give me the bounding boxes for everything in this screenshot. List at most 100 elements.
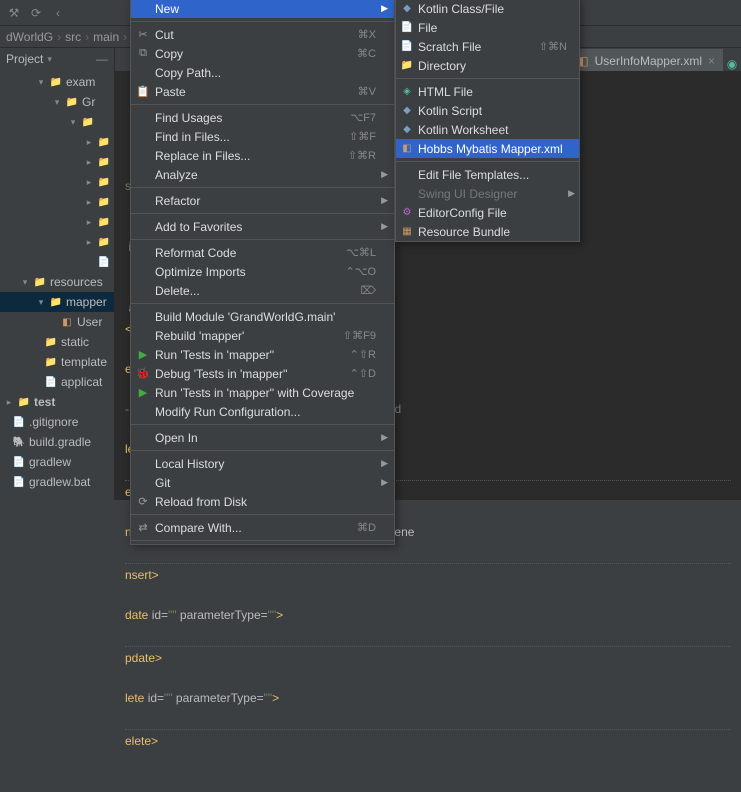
menu-modify-run-config[interactable]: Modify Run Configuration... xyxy=(131,402,394,421)
submenu-swing[interactable]: Swing UI Designer▶ xyxy=(396,184,579,203)
run-icon: ▶ xyxy=(135,348,151,361)
circle-icon[interactable]: ◉ xyxy=(723,57,741,71)
menu-run-tests[interactable]: ▶Run 'Tests in 'mapper''⌃⇧R xyxy=(131,345,394,364)
menu-replace-in-files[interactable]: Replace in Files...⇧⌘R xyxy=(131,146,394,165)
menu-debug-tests[interactable]: 🐞Debug 'Tests in 'mapper''⌃⇧D xyxy=(131,364,394,383)
chevron-right-icon: ▶ xyxy=(381,432,388,443)
tree-folder-templates[interactable]: 📁template xyxy=(0,352,114,372)
close-icon[interactable]: × xyxy=(708,54,715,68)
chevron-left-icon[interactable]: ‹ xyxy=(50,5,66,21)
folder-icon: 📁 xyxy=(399,60,415,71)
chevron-down-icon[interactable]: ▾ xyxy=(47,54,52,65)
collapse-icon[interactable]: — xyxy=(96,52,108,66)
copy-icon: ⧉ xyxy=(135,47,151,60)
refresh-icon[interactable]: ⟳ xyxy=(28,5,44,21)
menu-delete[interactable]: Delete...⌦ xyxy=(131,281,394,300)
chevron-right-icon: ▶ xyxy=(381,458,388,469)
debug-icon: 🐞 xyxy=(135,367,151,380)
menu-run-coverage[interactable]: ▶Run 'Tests in 'mapper'' with Coverage xyxy=(131,383,394,402)
xml-icon: ◧ xyxy=(399,143,415,154)
panel-title: Project xyxy=(6,52,43,66)
tree-folder[interactable]: ▸📁 xyxy=(0,132,114,152)
diff-icon: ⇄ xyxy=(135,521,151,534)
menu-build-module[interactable]: Build Module 'GrandWorldG.main' xyxy=(131,307,394,326)
menu-analyze[interactable]: Analyze▶ xyxy=(131,165,394,184)
submenu-directory[interactable]: 📁Directory xyxy=(396,56,579,75)
tree-folder-static[interactable]: 📁static xyxy=(0,332,114,352)
submenu-html[interactable]: ◈HTML File xyxy=(396,82,579,101)
menu-copy[interactable]: ⧉Copy⌘C xyxy=(131,44,394,63)
submenu-new: ◆Kotlin Class/File 📄File 📄Scratch File⇧⌘… xyxy=(395,0,580,242)
kotlin-icon: ◆ xyxy=(399,124,415,135)
tree-file-gitignore[interactable]: 📄.gitignore xyxy=(0,412,114,432)
tab-label: UserInfoMapper.xml xyxy=(595,54,702,68)
submenu-kotlin-worksheet[interactable]: ◆Kotlin Worksheet xyxy=(396,120,579,139)
gear-icon: ⚙ xyxy=(399,207,415,218)
tree-folder[interactable]: ▾📁exam xyxy=(0,72,114,92)
submenu-resource-bundle[interactable]: ▦Resource Bundle xyxy=(396,222,579,241)
tree-folder[interactable]: ▾📁 xyxy=(0,112,114,132)
tree-file-gradlewbat[interactable]: 📄gradlew.bat xyxy=(0,472,114,492)
menu-cut[interactable]: ✂Cut⌘X xyxy=(131,25,394,44)
chevron-right-icon: › xyxy=(123,30,127,44)
submenu-editorconfig[interactable]: ⚙EditorConfig File xyxy=(396,203,579,222)
menu-find-usages[interactable]: Find Usages⌥F7 xyxy=(131,108,394,127)
coverage-icon: ▶ xyxy=(135,386,151,399)
tree-item[interactable]: 📄 xyxy=(0,252,114,272)
tree-file-buildgradle[interactable]: 🐘build.gradle xyxy=(0,432,114,452)
chevron-right-icon: › xyxy=(57,30,61,44)
menu-find-in-files[interactable]: Find in Files...⇧⌘F xyxy=(131,127,394,146)
clipboard-icon: 📋 xyxy=(135,85,151,98)
tree-folder[interactable]: ▾📁Gr xyxy=(0,92,114,112)
html-icon: ◈ xyxy=(399,86,415,97)
menu-refactor[interactable]: Refactor▶ xyxy=(131,191,394,210)
scissors-icon: ✂ xyxy=(135,28,151,41)
context-menu: New▶ ✂Cut⌘X ⧉Copy⌘C Copy Path... 📋Paste⌘… xyxy=(130,0,395,545)
tree-folder[interactable]: ▸📁 xyxy=(0,212,114,232)
submenu-file[interactable]: 📄File xyxy=(396,18,579,37)
kotlin-icon: ◆ xyxy=(399,3,415,14)
tree-folder[interactable]: ▸📁 xyxy=(0,192,114,212)
scratch-icon: 📄 xyxy=(399,41,415,52)
kotlin-icon: ◆ xyxy=(399,105,415,116)
tree-folder[interactable]: ▸📁 xyxy=(0,172,114,192)
tree-folder[interactable]: ▸📁 xyxy=(0,152,114,172)
menu-reformat[interactable]: Reformat Code⌥⌘L xyxy=(131,243,394,262)
hammer-icon[interactable]: ⚒ xyxy=(6,5,22,21)
project-tree[interactable]: ▾📁exam ▾📁Gr ▾📁 ▸📁 ▸📁 ▸📁 ▸📁 ▸📁 ▸📁 📄 ▾📁res… xyxy=(0,70,114,494)
tree-folder[interactable]: ▸📁 xyxy=(0,232,114,252)
tree-file-gradlew[interactable]: 📄gradlew xyxy=(0,452,114,472)
submenu-kotlin-script[interactable]: ◆Kotlin Script xyxy=(396,101,579,120)
menu-reload-disk[interactable]: ⟳Reload from Disk xyxy=(131,492,394,511)
tree-folder-test[interactable]: ▸📁test xyxy=(0,392,114,412)
menu-copy-path[interactable]: Copy Path... xyxy=(131,63,394,82)
menu-optimize-imports[interactable]: Optimize Imports⌃⌥O xyxy=(131,262,394,281)
tree-folder-mapper[interactable]: ▾📁mapper xyxy=(0,292,114,312)
chevron-right-icon: ▶ xyxy=(381,221,388,232)
menu-new[interactable]: New▶ xyxy=(131,0,394,18)
editor-tab[interactable]: ◧ UserInfoMapper.xml × xyxy=(569,49,723,71)
menu-paste[interactable]: 📋Paste⌘V xyxy=(131,82,394,101)
reload-icon: ⟳ xyxy=(135,495,151,508)
tree-file-user[interactable]: ◧User xyxy=(0,312,114,332)
submenu-edit-templates[interactable]: Edit File Templates... xyxy=(396,165,579,184)
menu-git[interactable]: Git▶ xyxy=(131,473,394,492)
menu-rebuild[interactable]: Rebuild 'mapper'⇧⌘F9 xyxy=(131,326,394,345)
breadcrumb-item[interactable]: src xyxy=(65,30,81,44)
bundle-icon: ▦ xyxy=(399,226,415,237)
menu-add-favorites[interactable]: Add to Favorites▶ xyxy=(131,217,394,236)
tree-file-application[interactable]: 📄applicat xyxy=(0,372,114,392)
breadcrumb-item[interactable]: dWorldG xyxy=(6,30,53,44)
submenu-hobbs-mapper[interactable]: ◧Hobbs Mybatis Mapper.xml xyxy=(396,139,579,158)
panel-header[interactable]: Project ▾ — xyxy=(0,48,114,70)
tree-folder-resources[interactable]: ▾📁resources xyxy=(0,272,114,292)
chevron-right-icon: ▶ xyxy=(568,188,575,199)
project-panel: Project ▾ — ▾📁exam ▾📁Gr ▾📁 ▸📁 ▸📁 ▸📁 ▸📁 ▸… xyxy=(0,48,115,500)
submenu-kotlin-class[interactable]: ◆Kotlin Class/File xyxy=(396,0,579,18)
menu-open-in[interactable]: Open In▶ xyxy=(131,428,394,447)
submenu-scratch[interactable]: 📄Scratch File⇧⌘N xyxy=(396,37,579,56)
chevron-right-icon: ▶ xyxy=(381,477,388,488)
breadcrumb-item[interactable]: main xyxy=(93,30,119,44)
menu-local-history[interactable]: Local History▶ xyxy=(131,454,394,473)
menu-compare-with[interactable]: ⇄Compare With...⌘D xyxy=(131,518,394,537)
